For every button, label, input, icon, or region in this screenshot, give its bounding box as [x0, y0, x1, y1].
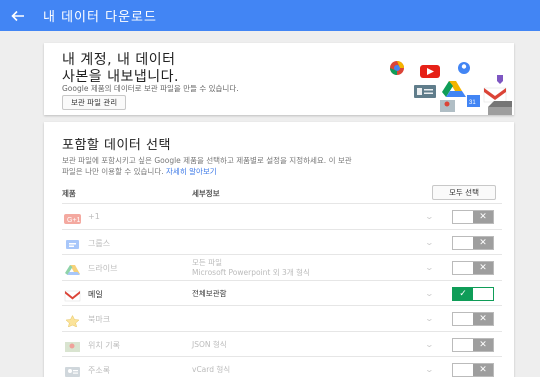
product-row: 그룹스 ⌄ ✕: [62, 228, 502, 255]
x-icon: ✕: [473, 211, 493, 223]
chevron-down-icon[interactable]: ⌄: [425, 289, 434, 298]
chevron-down-icon[interactable]: ⌄: [425, 340, 434, 349]
drive-logo-icon: [442, 81, 466, 97]
product-name: 드라이브: [88, 264, 118, 273]
drive-icon: [64, 261, 81, 275]
groups-icon: [64, 236, 81, 249]
section-title: 포함할 데이터 선택: [62, 138, 171, 153]
product-row: 주소록 vCard 형식 ⌄ ✕: [62, 356, 502, 377]
chevron-down-icon[interactable]: ⌄: [425, 314, 434, 323]
include-toggle[interactable]: ✕: [452, 363, 494, 377]
toggle-on-side: [453, 211, 473, 223]
location-history-icon: [64, 338, 81, 352]
svg-text:G+1: G+1: [67, 217, 81, 224]
intro-card: 내 계정, 내 데이터 사본을 내보냅니다. Google 제품의 데이터로 보…: [44, 43, 514, 115]
gmail-logo-icon: [483, 87, 507, 103]
page-title: 내 데이터 다운로드: [43, 10, 157, 25]
product-row: 드라이브 모든 파일 Microsoft Powerpoint 외 3개 형식 ⌄ ✕: [62, 254, 502, 280]
intro-title: 내 계정, 내 데이터 사본을 내보냅니다.: [62, 52, 179, 86]
product-detail-line1: JSON 형식: [192, 339, 227, 349]
chevron-down-icon[interactable]: ⌄: [425, 365, 434, 374]
gmail-icon: [64, 287, 81, 301]
product-row: 메일 전체보관함 ⌄ ✓: [62, 279, 502, 306]
manage-archives-button[interactable]: 보관 파일 관리: [62, 95, 127, 110]
x-icon: ✕: [473, 364, 493, 376]
products-illustration: 31: [390, 61, 512, 115]
include-toggle[interactable]: ✕: [452, 312, 494, 326]
section-description: 보관 파일에 포함시키고 싶은 Google 제품을 선택하고 제품별로 설정을…: [62, 155, 502, 177]
product-detail-line1: 전체보관함: [192, 288, 227, 298]
data-selection-card: 포함할 데이터 선택 보관 파일에 포함시키고 싶은 Google 제품을 선택…: [44, 122, 514, 377]
product-detail: 모든 파일 Microsoft Powerpoint 외 3개 형식: [192, 258, 310, 278]
product-name: 메일: [88, 289, 103, 299]
youtube-icon: [420, 65, 440, 78]
toggle-off-side: [473, 287, 493, 300]
toggle-on-side: [453, 313, 473, 325]
chrome-icon: [390, 61, 404, 75]
avatar-icon: [458, 62, 470, 74]
x-icon: ✕: [473, 236, 493, 249]
app-bar: 내 데이터 다운로드: [0, 0, 540, 31]
section-description-line2: 파일은 나만 이용할 수 있습니다.: [62, 167, 164, 176]
section-description-line1: 보관 파일에 포함시키고 싶은 Google 제품을 선택하고 제품별로 설정을…: [62, 156, 352, 165]
shield-icon: [497, 75, 503, 84]
check-icon: ✓: [453, 287, 473, 300]
chevron-down-icon[interactable]: ⌄: [425, 238, 434, 247]
product-list: G+1 +1 ⌄ ✕ 그룹스 ⌄ ✕ 드라이브 모든 파일 Microsoft Powerpoin…: [62, 203, 502, 377]
toggle-on-side: [453, 364, 473, 376]
product-row: 위치 기록 JSON 형식 ⌄ ✕: [62, 330, 502, 357]
box-icon: [488, 101, 512, 115]
x-icon: ✕: [473, 262, 493, 274]
product-detail: 전체보관함: [192, 289, 227, 299]
include-toggle[interactable]: ✕: [452, 210, 494, 224]
toggle-on-side: [453, 338, 473, 351]
contacts-icon: [64, 363, 81, 377]
maps-icon: [440, 100, 455, 112]
product-name: +1: [88, 212, 100, 221]
product-detail-line1: vCard 형식: [192, 365, 231, 374]
chevron-down-icon[interactable]: ⌄: [425, 212, 434, 221]
svg-text:31: 31: [469, 100, 476, 106]
column-header-product: 제품: [62, 189, 76, 198]
product-name: 북마크: [88, 315, 111, 324]
intro-title-line1: 내 계정, 내 데이터: [62, 52, 176, 68]
include-toggle[interactable]: ✕: [452, 337, 494, 352]
chevron-down-icon[interactable]: ⌄: [425, 263, 434, 272]
google-plus-one-icon: G+1: [64, 210, 81, 224]
product-name: 그룹스: [88, 238, 111, 248]
product-name: 위치 기록: [88, 340, 120, 350]
calendar-icon: 31: [467, 95, 480, 107]
bookmark-star-icon: [64, 312, 81, 328]
toggle-on-side: [453, 262, 473, 274]
x-icon: ✕: [473, 313, 493, 325]
select-all-button[interactable]: 모두 선택: [432, 185, 496, 200]
include-toggle[interactable]: ✕: [452, 261, 494, 275]
product-detail-line2: Microsoft Powerpoint 외 3개 형식: [192, 268, 310, 277]
intro-description: Google 제품의 데이터로 보관 파일을 만들 수 있습니다.: [62, 84, 239, 93]
contact-card-icon: [414, 85, 436, 98]
product-name: 주소록: [88, 366, 111, 375]
arrow-left-icon[interactable]: [7, 5, 29, 27]
product-detail-line1: 모든 파일: [192, 258, 222, 267]
product-detail: vCard 형식: [192, 365, 230, 375]
toggle-on-side: [453, 236, 473, 249]
include-toggle[interactable]: ✕: [452, 235, 494, 250]
product-row: G+1 +1 ⌄ ✕: [62, 203, 502, 229]
include-toggle[interactable]: ✓: [452, 286, 494, 301]
product-row: 북마크 ⌄ ✕: [62, 305, 502, 331]
column-header-detail: 세부정보: [192, 189, 220, 198]
learn-more-link[interactable]: 자세히 알아보기: [166, 167, 217, 176]
x-icon: ✕: [473, 338, 493, 351]
product-detail: JSON 형식: [192, 340, 227, 350]
